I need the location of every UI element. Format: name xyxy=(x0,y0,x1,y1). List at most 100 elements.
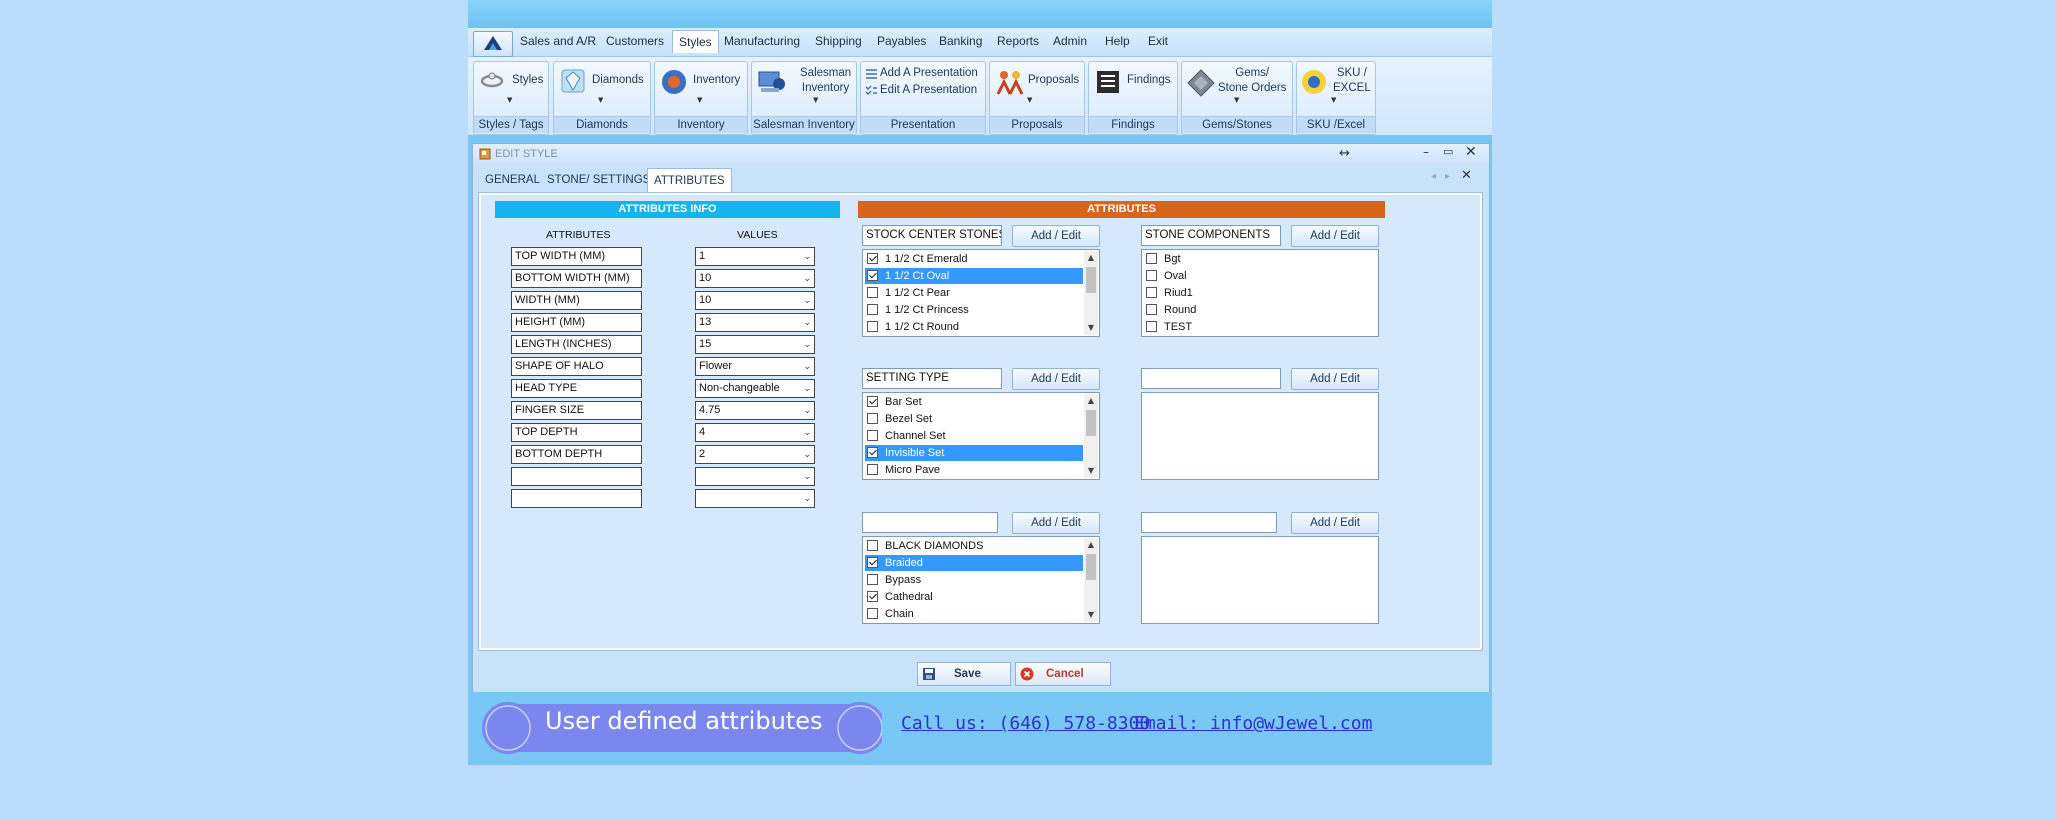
attribute-category-field[interactable]: STOCK CENTER STONES xyxy=(862,225,1002,246)
attribute-category-field[interactable] xyxy=(1141,368,1281,389)
checkbox[interactable] xyxy=(867,574,878,585)
ribbon-group-inventory[interactable]: Inventory ▼ Inventory xyxy=(654,61,748,135)
checkbox[interactable] xyxy=(867,447,878,458)
checkbox[interactable] xyxy=(1146,253,1157,264)
ribbon-group-diamonds[interactable]: Diamonds ▼ Diamonds xyxy=(553,61,651,135)
ribbon-group-salesman-inventory[interactable]: Salesman Inventory ▼ Salesman Inventory xyxy=(751,61,857,135)
checkbox[interactable] xyxy=(867,557,878,568)
checklist-item[interactable]: Bypass xyxy=(865,572,1083,588)
checkbox[interactable] xyxy=(1146,287,1157,298)
checklist-item[interactable]: Riud1 xyxy=(1144,285,1362,301)
edit-presentation-button[interactable]: Edit A Presentation xyxy=(880,83,977,98)
attribute-checklist[interactable] xyxy=(1141,392,1379,480)
scroll-down-icon[interactable]: ▼ xyxy=(1084,321,1098,335)
checklist-item[interactable]: Oval xyxy=(1144,268,1362,284)
checklist-item[interactable]: Round xyxy=(1144,302,1362,318)
attribute-checklist[interactable]: 1 1/2 Ct Emerald 1 1/2 Ct Oval 1 1/2 Ct Pe… xyxy=(862,249,1100,337)
add-presentation-button[interactable]: Add A Presentation xyxy=(880,66,978,81)
vertical-scrollbar[interactable]: ▲ ▼ xyxy=(1084,251,1098,335)
checkbox[interactable] xyxy=(1146,270,1157,281)
checklist-item[interactable]: 1 1/2 Ct Pear xyxy=(865,285,1083,301)
menu-admin[interactable]: Admin xyxy=(1053,34,1087,48)
scroll-thumb[interactable] xyxy=(1086,267,1096,293)
close-icon[interactable]: ✕ xyxy=(1465,144,1477,160)
menu-sales[interactable]: Sales and A/R xyxy=(520,34,596,48)
attribute-checklist[interactable]: BLACK DIAMONDS Braided Bypass Cathedral Chai… xyxy=(862,536,1100,624)
add-edit-button[interactable]: Add / Edit xyxy=(1012,512,1100,534)
checkbox[interactable] xyxy=(867,591,878,602)
checklist-item[interactable]: Channel Set xyxy=(865,428,1083,444)
tab-general[interactable]: GENERAL xyxy=(479,170,546,190)
scroll-thumb[interactable] xyxy=(1086,410,1096,436)
scroll-up-icon[interactable]: ▲ xyxy=(1084,394,1098,408)
checkbox[interactable] xyxy=(867,413,878,424)
menu-banking[interactable]: Banking xyxy=(939,34,982,48)
tab-stone-settings[interactable]: STONE/ SETTINGS xyxy=(541,170,656,190)
menu-reports[interactable]: Reports xyxy=(997,34,1039,48)
checkbox[interactable] xyxy=(1146,321,1157,332)
checkbox[interactable] xyxy=(867,287,878,298)
menu-help[interactable]: Help xyxy=(1105,34,1130,48)
save-button[interactable]: Save xyxy=(917,662,1011,686)
checkbox[interactable] xyxy=(867,540,878,551)
checklist-item[interactable]: Braided xyxy=(865,555,1083,571)
vertical-scrollbar[interactable]: ▲ ▼ xyxy=(1084,538,1098,622)
checklist-item[interactable]: 1 1/2 Ct Princess xyxy=(865,302,1083,318)
attribute-checklist[interactable]: Bgt Oval Riud1 Round TEST xyxy=(1141,249,1379,337)
app-logo-button[interactable] xyxy=(473,31,513,57)
add-edit-button[interactable]: Add / Edit xyxy=(1291,512,1379,534)
tab-scroll-left-icon[interactable]: ◂ xyxy=(1431,171,1436,182)
attribute-checklist[interactable] xyxy=(1141,536,1379,624)
ribbon-group-sku[interactable]: SKU / EXCEL ▼ SKU /Excel xyxy=(1296,61,1376,135)
add-edit-button[interactable]: Add / Edit xyxy=(1291,225,1379,247)
checklist-item[interactable]: 1 1/2 Ct Emerald xyxy=(865,251,1083,267)
checklist-item[interactable]: BLACK DIAMONDS xyxy=(865,538,1083,554)
add-edit-button[interactable]: Add / Edit xyxy=(1012,368,1100,390)
email-link[interactable]: Email: info@wJewel.com xyxy=(1134,713,1372,734)
menu-payables[interactable]: Payables xyxy=(877,34,926,48)
checklist-item[interactable]: Bgt xyxy=(1144,251,1362,267)
checkbox[interactable] xyxy=(867,430,878,441)
checkbox[interactable] xyxy=(867,464,878,475)
checklist-item[interactable]: 1 1/2 Ct Oval xyxy=(865,268,1083,284)
menu-manufacturing[interactable]: Manufacturing xyxy=(724,34,800,48)
checklist-item[interactable]: TEST xyxy=(1144,319,1362,335)
checkbox[interactable] xyxy=(1146,304,1157,315)
menu-shipping[interactable]: Shipping xyxy=(815,34,862,48)
tab-close-icon[interactable]: ✕ xyxy=(1461,168,1472,183)
tab-scroll-right-icon[interactable]: ▸ xyxy=(1445,171,1450,182)
checklist-item[interactable]: Chain xyxy=(865,606,1083,622)
checklist-item[interactable]: Bar Set xyxy=(865,394,1083,410)
ribbon-group-proposals[interactable]: Proposals ▼ Proposals xyxy=(989,61,1085,135)
checkbox[interactable] xyxy=(867,253,878,264)
menu-styles[interactable]: Styles xyxy=(672,30,719,53)
checklist-item[interactable]: Bezel Set xyxy=(865,411,1083,427)
attribute-category-field[interactable]: STONE COMPONENTS xyxy=(1141,225,1281,246)
checkbox[interactable] xyxy=(867,270,878,281)
scroll-down-icon[interactable]: ▼ xyxy=(1084,464,1098,478)
scroll-down-icon[interactable]: ▼ xyxy=(1084,608,1098,622)
cancel-button[interactable]: Cancel xyxy=(1015,662,1111,686)
scroll-up-icon[interactable]: ▲ xyxy=(1084,538,1098,552)
checkbox[interactable] xyxy=(867,396,878,407)
checklist-item[interactable]: Cathedral xyxy=(865,589,1083,605)
maximize-icon[interactable]: ▭ xyxy=(1443,145,1453,158)
ribbon-group-gems[interactable]: Gems/ Stone Orders ▼ Gems/Stones xyxy=(1181,61,1293,135)
attribute-checklist[interactable]: Bar Set Bezel Set Channel Set Invisible Set… xyxy=(862,392,1100,480)
checkbox[interactable] xyxy=(867,321,878,332)
scroll-thumb[interactable] xyxy=(1086,554,1096,580)
minimize-icon[interactable]: – xyxy=(1423,145,1429,159)
menu-exit[interactable]: Exit xyxy=(1148,34,1168,48)
vertical-scrollbar[interactable]: ▲ ▼ xyxy=(1084,394,1098,478)
attribute-category-field[interactable] xyxy=(1141,512,1277,533)
add-edit-button[interactable]: Add / Edit xyxy=(1012,225,1100,247)
phone-link[interactable]: Call us: (646) 578-8300 xyxy=(901,713,1150,734)
checkbox[interactable] xyxy=(867,304,878,315)
attribute-category-field[interactable]: SETTING TYPE xyxy=(862,368,1002,389)
checkbox[interactable] xyxy=(867,608,878,619)
ribbon-group-findings[interactable]: Findings Findings xyxy=(1088,61,1178,135)
menu-customers[interactable]: Customers xyxy=(606,34,664,48)
add-edit-button[interactable]: Add / Edit xyxy=(1291,368,1379,390)
checklist-item[interactable]: Invisible Set xyxy=(865,445,1083,461)
scroll-up-icon[interactable]: ▲ xyxy=(1084,251,1098,265)
